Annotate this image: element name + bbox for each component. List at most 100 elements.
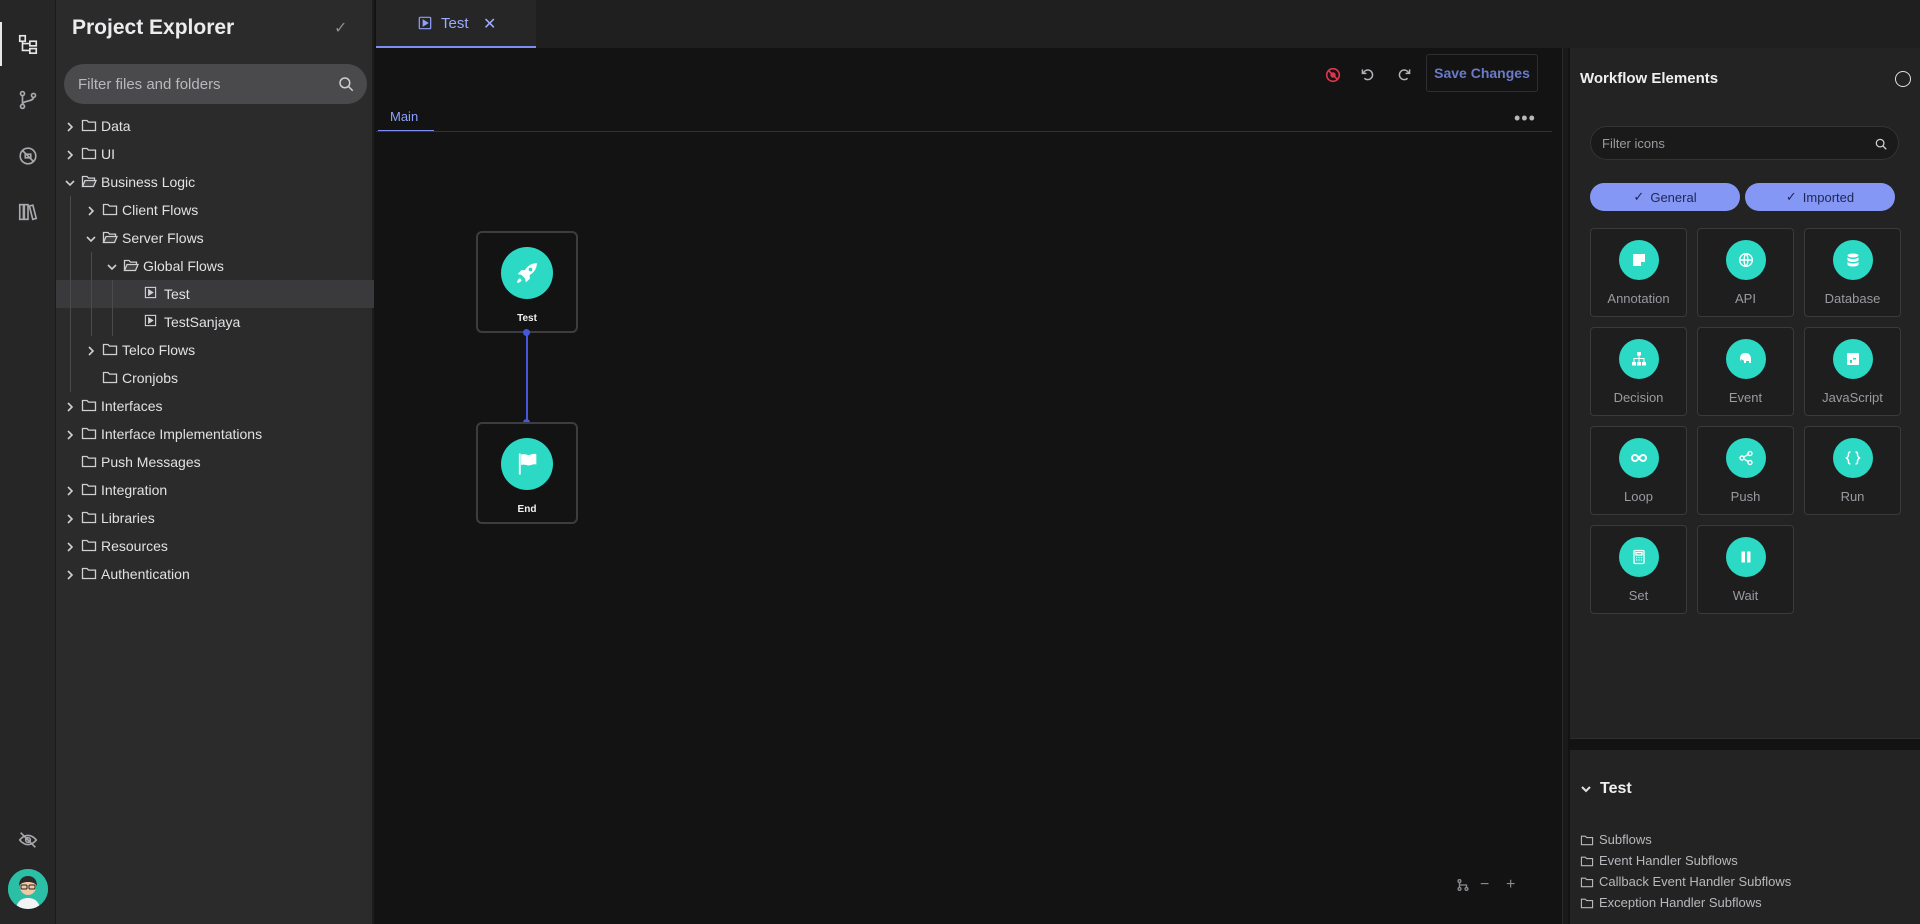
zoom-in-button[interactable]: + [1506,876,1515,894]
flow-file-icon [418,16,432,30]
panel-resizer[interactable] [1562,48,1568,924]
chevron-right-icon[interactable] [64,400,76,412]
chevron-right-icon[interactable] [64,120,76,132]
subtab-main[interactable]: Main [378,102,434,132]
tree-item[interactable]: Cronjobs [56,364,374,392]
chevron-right-icon[interactable] [64,428,76,440]
outline-item[interactable]: Callback Event Handler Subflows [1580,874,1791,889]
outline-header[interactable]: Test [1580,780,1632,798]
tree-item-label: Telco Flows [122,342,196,358]
tree-item[interactable]: Data [56,112,374,140]
folder-icon [1580,897,1594,909]
tree-item[interactable]: Business Logic [56,168,374,196]
blocked-button[interactable] [0,128,56,184]
flow-node-end[interactable]: End [476,422,578,524]
outline-item[interactable]: Event Handler Subflows [1580,853,1738,868]
folder-icon [1580,834,1594,846]
chevron-right-icon[interactable] [64,568,76,580]
close-icon[interactable]: ✕ [483,14,496,34]
editor-tab-bar: Test ✕ [376,0,1920,48]
save-changes-button[interactable]: Save Changes [1426,54,1538,92]
chevron-right-icon[interactable] [64,512,76,524]
note-icon [1631,252,1647,268]
tree-item[interactable]: Libraries [56,504,374,532]
element-label: Decision [1613,390,1664,405]
redo-button[interactable] [1393,64,1415,86]
flow-file-icon [144,314,157,329]
element-icon-circle [1726,537,1766,577]
element-icon-circle [1833,438,1873,478]
zoom-out-button[interactable]: − [1480,876,1489,894]
chevron-right-icon[interactable] [64,484,76,496]
outline-title: Test [1600,780,1632,797]
element-card-set[interactable]: Set [1590,525,1687,614]
explorer-search-input[interactable]: Filter files and folders [64,64,367,104]
element-label: Event [1728,390,1763,405]
database-icon [1845,252,1861,268]
tree-item[interactable]: UI [56,140,374,168]
tree-item[interactable]: Client Flows [56,196,374,224]
tree-item-label: Resources [101,538,168,554]
tree-item[interactable]: Server Flows [56,224,374,252]
tree-item[interactable]: Test [56,280,374,308]
source-control-button[interactable] [0,72,56,128]
chevron-right-icon[interactable] [64,540,76,552]
element-icon-circle [1726,240,1766,280]
element-card-database[interactable]: Database [1804,228,1901,317]
folder-open-icon [102,230,118,245]
elephant-icon [1738,351,1754,367]
tree-item[interactable]: Authentication [56,560,374,588]
tree-item[interactable]: Global Flows [56,252,374,280]
more-options-icon[interactable]: ••• [1514,108,1536,129]
tab-test[interactable]: Test ✕ [376,0,536,48]
library-button[interactable] [0,184,56,240]
tree-item[interactable]: Resources [56,532,374,560]
tree-item[interactable]: Interface Implementations [56,420,374,448]
tree-item[interactable]: Interfaces [56,392,374,420]
app-window: Project Explorer ✓ Filter files and fold… [0,0,1920,924]
user-avatar[interactable] [8,869,48,909]
filter-chip-imported[interactable]: ✓ Imported [1745,183,1895,211]
visibility-button[interactable] [0,812,56,868]
undo-button[interactable] [1357,64,1379,86]
outline-item[interactable]: Exception Handler Subflows [1580,895,1762,910]
chevron-down-icon [1581,786,1591,793]
check-icon[interactable]: ✓ [334,18,347,38]
chevron-down-icon[interactable] [85,232,97,244]
element-icon-circle [1833,339,1873,379]
node-label: Test [517,313,537,324]
circle-icon[interactable] [1895,71,1911,87]
chevron-right-icon[interactable] [85,344,97,356]
tree-item-label: Global Flows [143,258,224,274]
fit-view-button[interactable] [1456,878,1470,897]
element-card-run[interactable]: Run [1804,426,1901,515]
chevron-right-icon[interactable] [64,148,76,160]
chevron-down-icon[interactable] [64,176,76,188]
panel-divider[interactable] [1570,738,1920,750]
tree-item[interactable]: Telco Flows [56,336,374,364]
element-card-loop[interactable]: Loop [1590,426,1687,515]
element-card-annotation[interactable]: Annotation [1590,228,1687,317]
outline-item[interactable]: Subflows [1580,832,1652,847]
element-card-javascript[interactable]: JavaScript [1804,327,1901,416]
element-card-api[interactable]: API [1697,228,1794,317]
flow-node-start[interactable]: Test [476,231,578,333]
element-card-push[interactable]: Push [1697,426,1794,515]
flag-icon [518,453,537,475]
filter-chip-general[interactable]: ✓ General [1590,183,1740,211]
project-explorer-button[interactable] [0,16,56,72]
element-card-decision[interactable]: Decision [1590,327,1687,416]
elements-search-input[interactable]: Filter icons [1590,126,1899,160]
disable-breakpoints-button[interactable] [1322,64,1344,86]
tree-item[interactable]: Integration [56,476,374,504]
blocked-icon [1325,67,1341,83]
element-card-event[interactable]: Event [1697,327,1794,416]
element-label: Annotation [1607,291,1670,306]
tree-item[interactable]: TestSanjaya [56,308,374,336]
chevron-down-icon[interactable] [106,260,118,272]
flow-edge[interactable] [526,333,528,423]
tree-item[interactable]: Push Messages [56,448,374,476]
element-card-wait[interactable]: Wait [1697,525,1794,614]
chevron-right-icon[interactable] [85,204,97,216]
braces-icon [1845,450,1861,466]
